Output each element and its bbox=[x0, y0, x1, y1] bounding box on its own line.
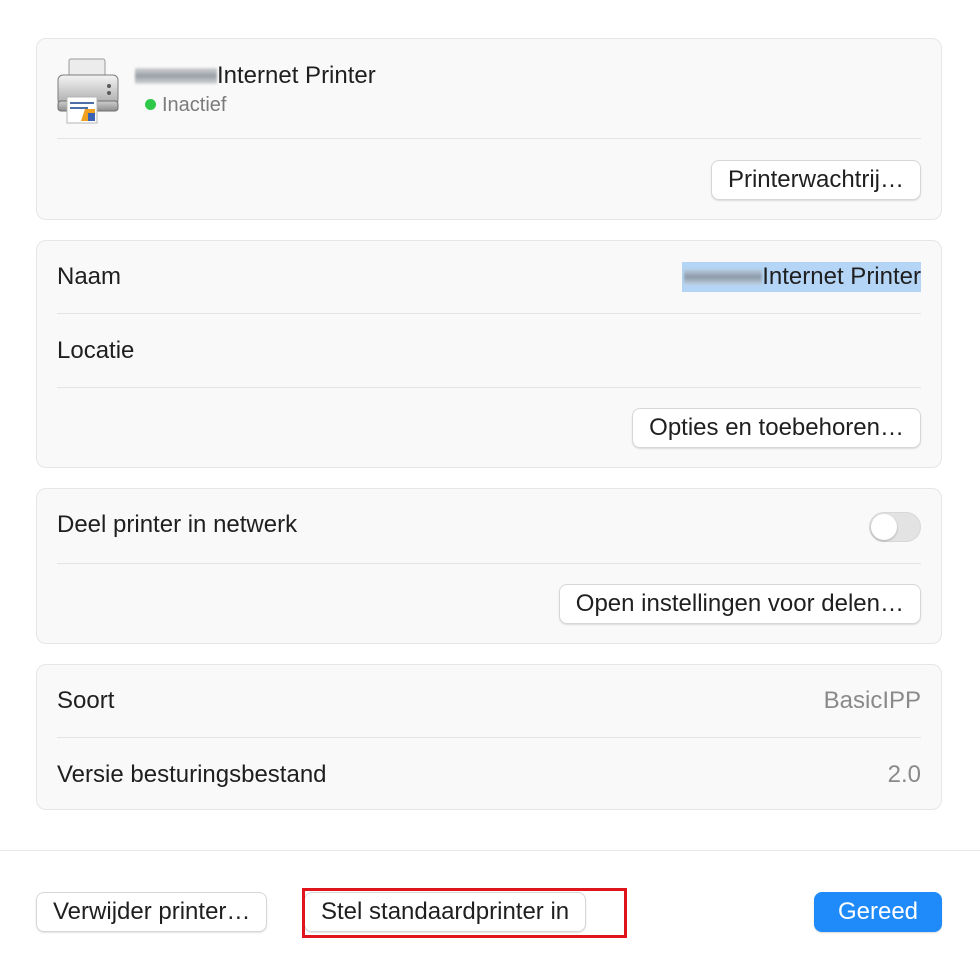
location-field[interactable] bbox=[621, 336, 921, 366]
driver-details-card: Soort BasicIPP Versie besturingsbestand … bbox=[36, 664, 942, 810]
type-label: Soort bbox=[57, 687, 115, 714]
printer-queue-button[interactable]: Printerwachtrij… bbox=[710, 160, 921, 200]
footer-divider bbox=[0, 850, 980, 851]
printer-settings-sheet: Internet Printer Inactief Printerwachtri… bbox=[0, 0, 980, 966]
location-label: Locatie bbox=[57, 337, 135, 364]
divider bbox=[57, 387, 921, 388]
printer-icon bbox=[55, 57, 121, 125]
name-field[interactable]: Internet Printer bbox=[682, 262, 921, 292]
redacted-name-blur bbox=[684, 269, 763, 285]
driver-version-value: 2.0 bbox=[887, 761, 921, 788]
divider bbox=[57, 313, 921, 314]
toggle-knob bbox=[871, 514, 897, 540]
highlight-annotation bbox=[302, 888, 627, 938]
divider bbox=[57, 138, 921, 139]
share-printer-toggle[interactable] bbox=[869, 512, 921, 542]
printer-title: Internet Printer bbox=[135, 61, 376, 91]
printer-title-text: Internet Printer bbox=[217, 62, 376, 89]
name-label: Naam bbox=[57, 263, 122, 290]
remove-printer-button[interactable]: Verwijder printer… bbox=[36, 892, 268, 932]
status-text: Inactief bbox=[162, 94, 227, 116]
status-dot-icon bbox=[145, 99, 156, 110]
sharing-card: Deel printer in netwerk Open instellinge… bbox=[36, 488, 942, 644]
share-printer-label: Deel printer in netwerk bbox=[57, 511, 298, 538]
done-button[interactable]: Gereed bbox=[814, 892, 942, 932]
type-value: BasicIPP bbox=[823, 687, 921, 714]
sharing-settings-button[interactable]: Open instellingen voor delen… bbox=[558, 584, 921, 624]
printer-status: Inactief bbox=[145, 93, 226, 117]
printer-header-card: Internet Printer Inactief Printerwachtri… bbox=[36, 38, 942, 220]
name-field-text: Internet Printer bbox=[762, 263, 921, 290]
divider bbox=[57, 563, 921, 564]
driver-version-label: Versie besturingsbestand bbox=[57, 761, 327, 788]
divider bbox=[57, 737, 921, 738]
printer-info-card: Naam Internet Printer Locatie Opties en … bbox=[36, 240, 942, 468]
redacted-name-blur bbox=[135, 68, 217, 84]
options-supplies-button[interactable]: Opties en toebehoren… bbox=[632, 408, 921, 448]
